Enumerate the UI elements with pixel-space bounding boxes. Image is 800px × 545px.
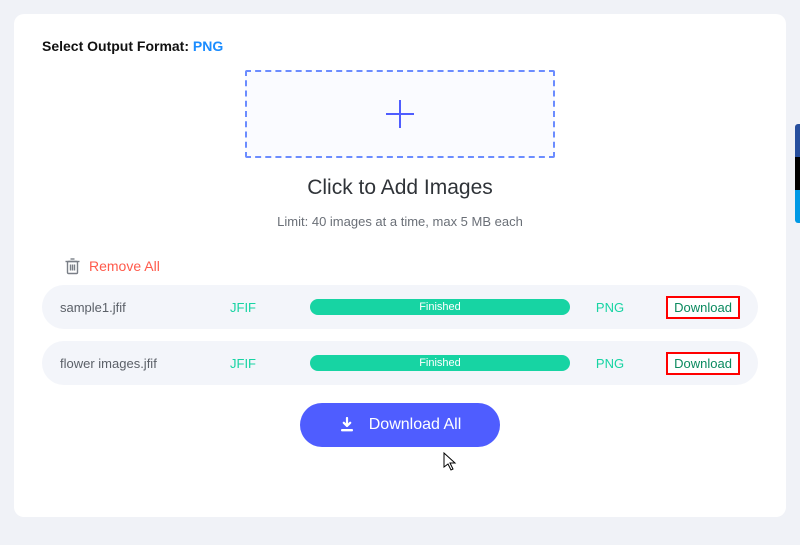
output-format-value[interactable]: PNG [193, 38, 223, 54]
plus-icon [380, 94, 420, 134]
progress-status: Finished [419, 301, 461, 313]
file-list: sample1.jfif JFIF Finished PNG Download … [42, 285, 758, 385]
side-tab[interactable] [795, 157, 800, 190]
converter-panel: Select Output Format: PNG Click to Add I… [14, 14, 786, 517]
side-tab[interactable] [795, 190, 800, 223]
remove-all-button[interactable]: Remove All [64, 257, 758, 275]
target-format: PNG [580, 300, 640, 315]
progress-bar: Finished [310, 299, 570, 315]
download-button[interactable]: Download [666, 296, 740, 319]
progress-status: Finished [419, 357, 461, 369]
file-name: sample1.jfif [60, 300, 220, 315]
source-format: JFIF [230, 356, 300, 371]
file-name: flower images.jfif [60, 356, 220, 371]
download-all-button[interactable]: Download All [300, 403, 500, 447]
file-row: flower images.jfif JFIF Finished PNG Dow… [42, 341, 758, 385]
download-icon [339, 417, 355, 433]
add-images-title: Click to Add Images [42, 176, 758, 200]
output-format-label: Select Output Format: [42, 38, 189, 54]
download-button[interactable]: Download [666, 352, 740, 375]
side-tabs [795, 124, 800, 223]
source-format: JFIF [230, 300, 300, 315]
add-images-dropzone[interactable] [245, 70, 555, 158]
progress-bar: Finished [310, 355, 570, 371]
remove-all-label: Remove All [89, 258, 160, 274]
output-format-header: Select Output Format: PNG [42, 38, 758, 54]
file-row: sample1.jfif JFIF Finished PNG Download [42, 285, 758, 329]
target-format: PNG [580, 356, 640, 371]
add-images-limit: Limit: 40 images at a time, max 5 MB eac… [42, 214, 758, 229]
side-tab[interactable] [795, 124, 800, 157]
download-all-label: Download All [369, 416, 462, 434]
trash-icon [64, 257, 81, 275]
